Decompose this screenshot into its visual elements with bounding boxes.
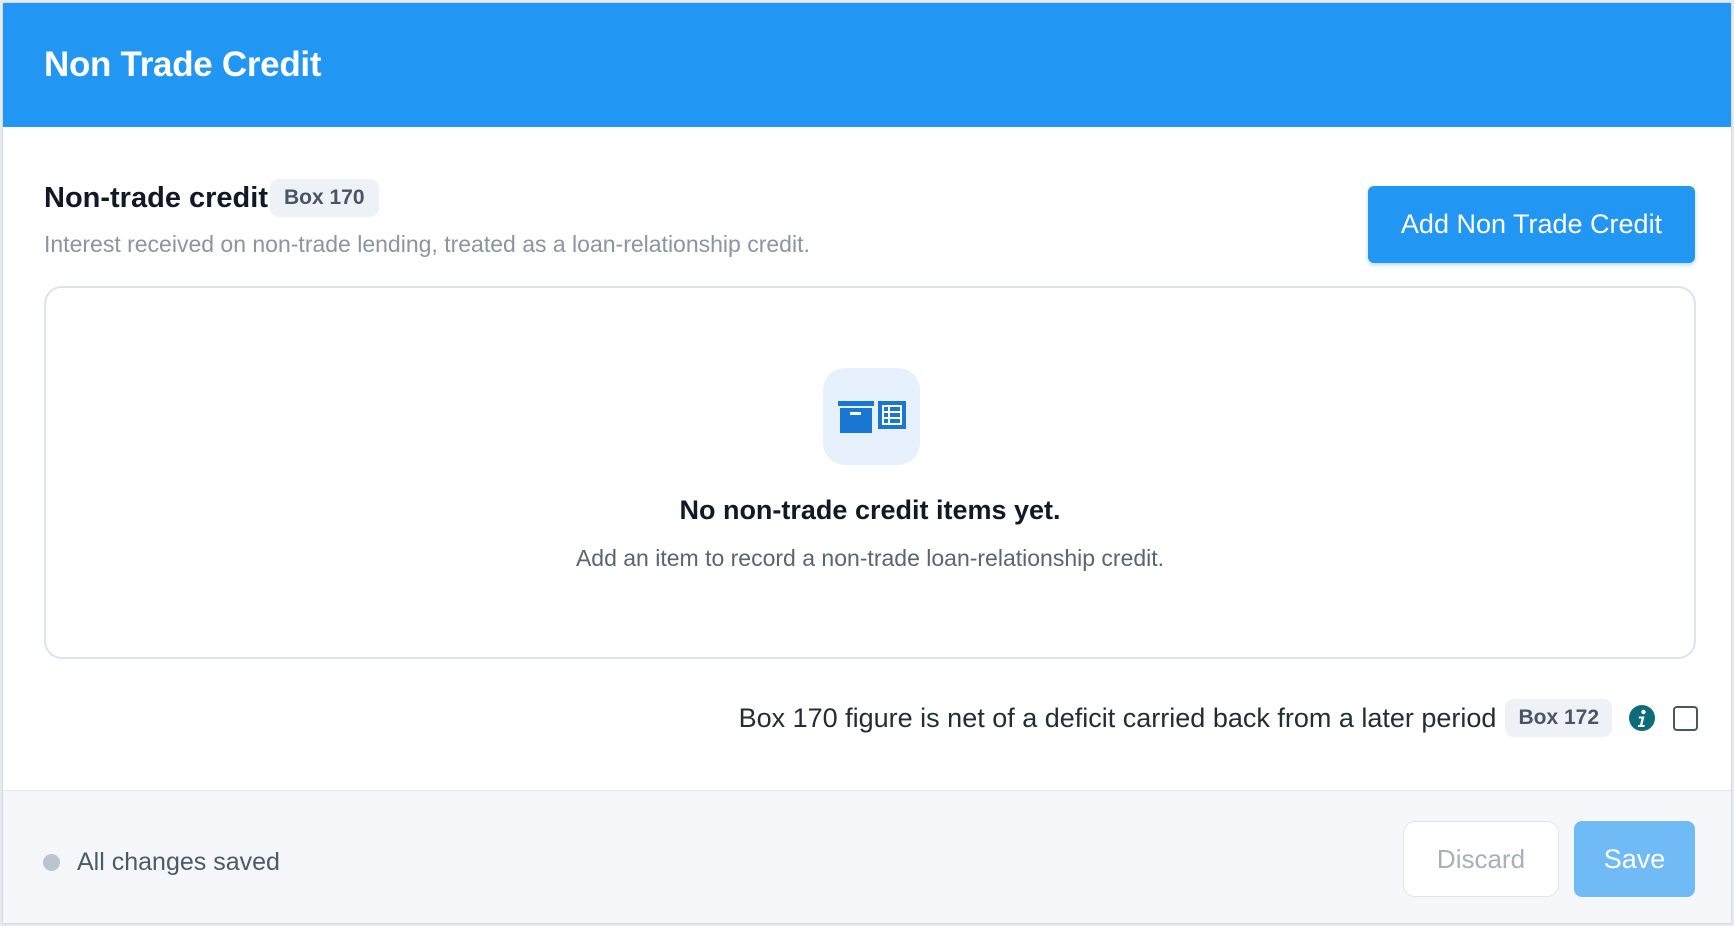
empty-state-title: No non-trade credit items yet. <box>679 495 1061 525</box>
empty-state-description: Add an item to record a non-trade loan-r… <box>575 545 1165 571</box>
section-title: Non-trade credit <box>44 181 268 214</box>
empty-state-icon-container <box>823 368 920 465</box>
section-header: Non-trade credit Box 170 <box>44 179 379 217</box>
save-status-text: All changes saved <box>77 848 280 876</box>
footer-bar: All changes saved Discard Save <box>3 790 1731 923</box>
status-dot-icon <box>43 854 60 871</box>
section-description: Interest received on non-trade lending, … <box>44 231 810 257</box>
box-170-badge: Box 170 <box>269 179 379 217</box>
deficit-carried-back-option: Box 170 figure is net of a deficit carri… <box>739 699 1698 737</box>
archive-box-icon <box>837 400 906 433</box>
panel-header: Non Trade Credit <box>3 3 1731 127</box>
save-status: All changes saved <box>43 848 280 877</box>
discard-button[interactable]: Discard <box>1403 821 1559 897</box>
deficit-option-label: Box 170 figure is net of a deficit carri… <box>738 702 1497 733</box>
empty-state: No non-trade credit items yet. Add an it… <box>44 286 1696 659</box>
page-title: Non Trade Credit <box>44 45 322 84</box>
info-icon[interactable] <box>1628 704 1656 732</box>
add-non-trade-credit-button[interactable]: Add Non Trade Credit <box>1368 186 1695 263</box>
save-button[interactable]: Save <box>1574 821 1695 897</box>
deficit-carried-back-checkbox[interactable] <box>1673 705 1698 731</box>
box-172-badge: Box 172 <box>1505 699 1612 737</box>
non-trade-credit-panel: Non Trade Credit Non-trade credit Box 17… <box>2 2 1732 924</box>
